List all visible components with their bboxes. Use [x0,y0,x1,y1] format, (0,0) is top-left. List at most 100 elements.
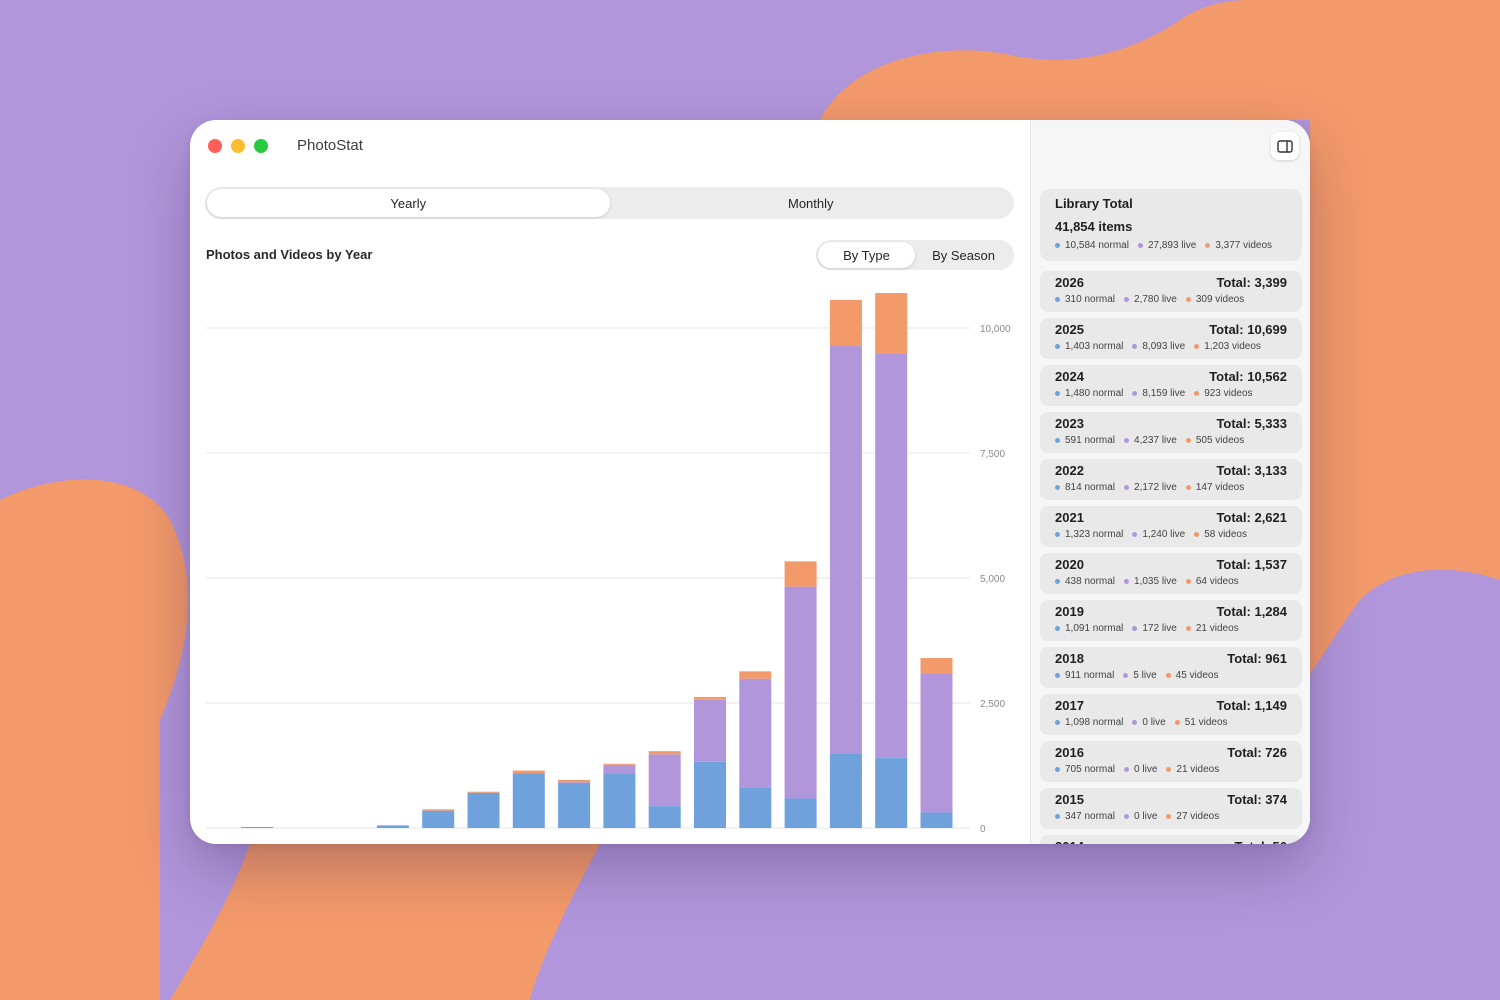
normal-count-label: 10,584 normal [1065,240,1129,251]
live-count: 5 live [1123,670,1157,681]
year-card[interactable]: 2018 Total: 961 911 normal 5 live 45 videos [1040,647,1302,688]
bar-segment-videos-2018[interactable] [558,779,591,783]
year-card[interactable]: 2022 Total: 3,133 814 normal 2,172 live 147 … [1040,459,1302,500]
bar-segment-videos-2017[interactable] [512,770,545,774]
normal-count-label: 310 normal [1065,294,1116,305]
bar-segment-normal-2011[interactable] [241,827,273,828]
normal-count: 1,091 normal [1055,623,1123,634]
bar-segment-normal-2017[interactable] [512,773,545,828]
videos-dot-icon [1205,243,1211,248]
videos-count: 147 videos [1185,482,1245,493]
bar-segment-videos-2021[interactable] [694,696,726,700]
year-card-header: 2025 Total: 10,699 [1055,322,1287,337]
normal-count-label: 1,480 normal [1065,388,1124,399]
bar-segment-normal-2014[interactable] [376,826,409,828]
live-count-label: 5 live [1133,670,1157,681]
normal-count: 814 normal [1055,482,1115,493]
live-dot-icon [1132,391,1138,396]
videos-dot-icon [1194,344,1200,349]
bar-segment-live-2021[interactable] [694,699,726,762]
bar-segment-normal-2020[interactable] [648,806,681,828]
year-card[interactable]: 2024 Total: 10,562 1,480 normal 8,159 live 9… [1040,365,1302,406]
videos-count: 51 videos [1174,717,1228,728]
bar-segment-normal-2025[interactable] [875,757,908,828]
bar-segment-live-2024[interactable] [829,346,862,754]
year-list: 2026 Total: 3,399 310 normal 2,780 live 309 … [1040,271,1302,844]
normal-dot-icon [1055,532,1060,537]
year-breakdown: 1,091 normal 172 live 21 videos [1055,623,1287,634]
year-card[interactable]: 2017 Total: 1,149 1,098 normal 0 live 51 vid… [1040,694,1302,735]
videos-count-label: 21 videos [1195,623,1239,634]
bar-segment-videos-2020[interactable] [648,751,681,755]
bar-segment-normal-2015[interactable] [422,810,455,828]
live-count: 1,240 live [1132,529,1185,540]
year-card[interactable]: 2015 Total: 374 347 normal 0 live 27 videos [1040,788,1302,829]
bar-segment-videos-2014[interactable] [376,825,409,826]
year-card[interactable]: 2020 Total: 1,537 438 normal 1,035 live 64 v… [1040,553,1302,594]
bar-segment-videos-2026[interactable] [920,658,953,674]
bar-segment-normal-2016[interactable] [467,792,500,828]
bar-segment-videos-2025[interactable] [875,293,908,354]
videos-count-label: 51 videos [1184,717,1228,728]
year-card[interactable]: 2025 Total: 10,699 1,403 normal 8,093 live 1… [1040,318,1302,359]
live-count-label: 4,237 live [1134,435,1177,446]
bar-segment-live-2022[interactable] [739,678,772,788]
bar-segment-normal-2022[interactable] [739,787,772,828]
normal-count-label: 1,098 normal [1065,717,1124,728]
bar-segment-live-2026[interactable] [920,673,953,813]
y-tick-label: 0 [980,824,986,835]
year-card[interactable]: 2014 Total: 56 [1040,835,1302,844]
year-card[interactable]: 2026 Total: 3,399 310 normal 2,780 live 309 … [1040,271,1302,312]
sidebar-toggle-button[interactable] [1271,132,1299,160]
normal-count-label: 911 normal [1065,670,1115,681]
bar-segment-videos-2016[interactable] [467,791,500,793]
videos-count: 58 videos [1194,529,1247,540]
bar-segment-live-2025[interactable] [875,353,908,758]
normal-count: 1,323 normal [1055,529,1123,540]
live-count: 0 live [1124,811,1157,822]
bar-segment-videos-2015[interactable] [422,809,455,811]
year-card[interactable]: 2016 Total: 726 705 normal 0 live 21 videos [1040,741,1302,782]
bar-segment-videos-2022[interactable] [739,671,772,679]
bar-segment-normal-2021[interactable] [694,761,726,828]
year-card-header: 2016 Total: 726 [1055,745,1287,760]
normal-dot-icon [1055,438,1060,443]
videos-count: 3,377 videos [1205,240,1272,251]
videos-dot-icon [1194,391,1200,396]
videos-dot-icon [1194,532,1200,537]
bar-segment-normal-2026[interactable] [920,812,953,829]
year-card-header: 2014 Total: 56 [1055,839,1287,844]
normal-count: 310 normal [1055,294,1115,305]
bar-segment-normal-2024[interactable] [829,754,862,828]
bar-segment-live-2018[interactable] [558,782,591,783]
sidebar: Library Total 41,854 items 10,584 normal… [1030,120,1310,844]
bar-segment-videos-2019[interactable] [603,763,636,765]
videos-count-label: 58 videos [1204,529,1247,540]
live-dot-icon [1124,579,1130,584]
live-dot-icon [1137,243,1143,248]
bar-segment-live-2019[interactable] [603,764,636,774]
bar-segment-live-2023[interactable] [784,586,817,799]
bar-segment-normal-2018[interactable] [558,782,591,828]
videos-count-label: 1,203 videos [1204,341,1261,352]
year-label: 2018 [1055,651,1084,666]
year-card[interactable]: 2021 Total: 2,621 1,323 normal 1,240 live 58… [1040,506,1302,547]
bar-segment-normal-2019[interactable] [603,773,636,828]
year-label: 2016 [1055,745,1084,760]
normal-count: 705 normal [1055,764,1115,775]
bar-segment-videos-2023[interactable] [784,561,817,587]
year-card[interactable]: 2019 Total: 1,284 1,091 normal 172 live 21 v… [1040,600,1302,641]
live-count: 2,780 live [1124,294,1177,305]
live-count: 0 live [1124,764,1157,775]
bar-segment-normal-2023[interactable] [784,798,817,828]
videos-dot-icon [1185,626,1191,631]
videos-dot-icon [1174,720,1180,725]
year-breakdown: 438 normal 1,035 live 64 videos [1055,576,1287,587]
normal-count: 1,480 normal [1055,388,1123,399]
normal-count: 1,403 normal [1055,341,1123,352]
videos-dot-icon [1165,673,1171,678]
bar-segment-videos-2024[interactable] [829,299,862,347]
year-card[interactable]: 2023 Total: 5,333 591 normal 4,237 live 505 … [1040,412,1302,453]
bar-segment-live-2020[interactable] [648,754,681,807]
videos-count-label: 147 videos [1195,482,1245,493]
